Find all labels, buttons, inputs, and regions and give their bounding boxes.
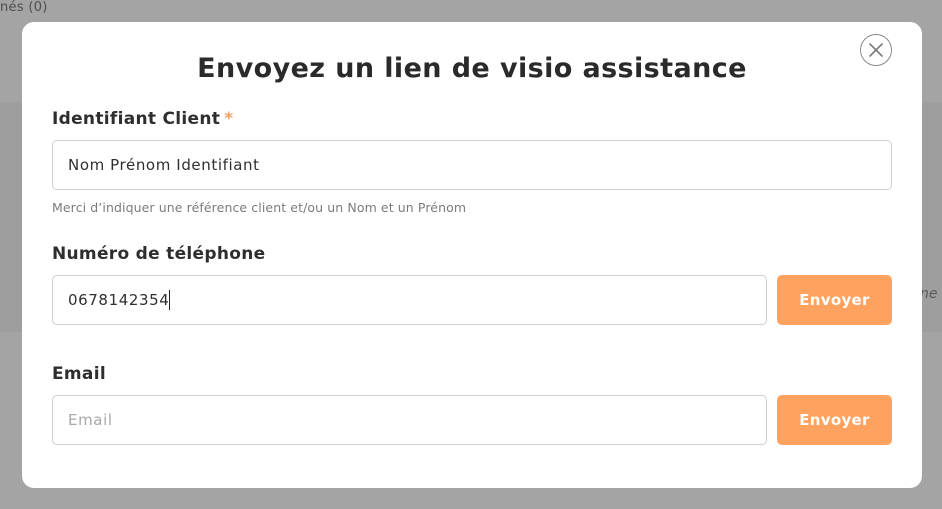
background-tab-count: nés (0) (0, 0, 48, 15)
client-id-label-text: Identifiant Client (52, 109, 221, 129)
text-caret (169, 290, 171, 310)
email-input[interactable] (52, 395, 767, 445)
client-id-input[interactable] (52, 140, 892, 190)
visio-assistance-modal: Envoyez un lien de visio assistance Iden… (22, 22, 922, 488)
client-id-label: Identifiant Client * (52, 108, 233, 130)
close-button[interactable] (860, 34, 892, 66)
required-marker: * (224, 109, 234, 129)
phone-input-value: 0678142354 (68, 291, 170, 309)
background-text: ne s (920, 286, 942, 302)
email-label: Email (52, 364, 106, 384)
send-email-button[interactable]: Envoyer (777, 395, 892, 445)
modal-title: Envoyez un lien de visio assistance (197, 53, 747, 84)
send-phone-button[interactable]: Envoyer (777, 275, 892, 325)
client-id-help-text: Merci d’indiquer une référence client et… (52, 200, 467, 215)
close-icon (869, 43, 883, 57)
phone-label: Numéro de téléphone (52, 244, 266, 264)
phone-input[interactable]: 0678142354 (52, 275, 767, 325)
